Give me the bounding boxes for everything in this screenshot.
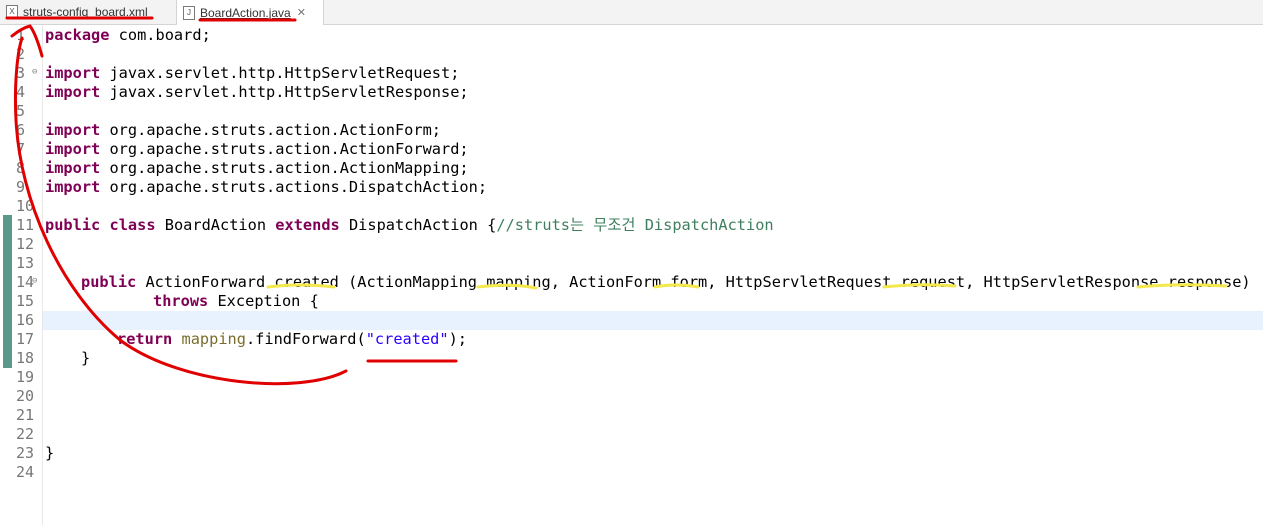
change-bar — [3, 215, 12, 368]
line-number: 15 — [16, 292, 35, 310]
code-line-17: return mapping.findForward("created"); — [117, 330, 467, 348]
code-line-23: } — [45, 444, 55, 462]
line-number: 20 — [16, 387, 35, 405]
line-number: 5 — [16, 102, 26, 120]
code-line-18: } — [81, 349, 91, 367]
line-number: 22 — [16, 425, 35, 443]
line-number: 19 — [16, 368, 35, 386]
code-line-8: import org.apache.struts.action.ActionMa… — [45, 159, 469, 177]
java-file-icon: J — [183, 5, 195, 20]
line-number: 11 — [16, 216, 35, 234]
line-number: 1 — [16, 26, 26, 44]
line-number: 17 — [16, 330, 35, 348]
line-number: 10 — [16, 197, 35, 215]
code-line-14: public ActionForward created (ActionMapp… — [81, 273, 1251, 291]
line-number: 18 — [16, 349, 35, 367]
code-line-6: import org.apache.struts.action.ActionFo… — [45, 121, 442, 139]
xml-file-icon: X — [6, 5, 18, 19]
line-number: 23 — [16, 444, 35, 462]
code-line-3: import javax.servlet.http.HttpServletReq… — [45, 64, 460, 82]
code-line-1: package com.board; — [45, 26, 211, 44]
code-line-15: throws Exception { — [153, 292, 319, 310]
line-number: 2 — [16, 45, 26, 63]
code-line-7: import org.apache.struts.action.ActionFo… — [45, 140, 469, 158]
fold-icon[interactable]: ⊖ — [32, 63, 37, 82]
tab-struts-config-board-xml[interactable]: X struts-config_board.xml — [6, 0, 166, 24]
line-number: 13 — [16, 254, 35, 272]
line-number: 12 — [16, 235, 35, 253]
code-line-9: import org.apache.struts.actions.Dispatc… — [45, 178, 488, 196]
editor-tab-bar: X struts-config_board.xml J BoardAction.… — [0, 0, 1263, 25]
line-number: 9 — [16, 178, 26, 196]
close-icon[interactable]: ✕ — [297, 6, 306, 19]
tab-label: struts-config_board.xml — [23, 5, 148, 19]
tab-boardaction-java[interactable]: J BoardAction.java ✕ — [176, 0, 324, 25]
tab-label: BoardAction.java — [200, 5, 291, 20]
line-number: 8 — [16, 159, 26, 177]
code-line-11: public class BoardAction extends Dispatc… — [45, 216, 774, 234]
line-number: 24 — [16, 463, 35, 481]
fold-icon[interactable]: ⊖ — [32, 272, 37, 291]
line-number: 21 — [16, 406, 35, 424]
line-number: 6 — [16, 121, 26, 139]
line-number: 7 — [16, 140, 26, 158]
code-line-4: import javax.servlet.http.HttpServletRes… — [45, 83, 469, 101]
line-number: 4 — [16, 83, 26, 101]
line-number: 16 — [16, 311, 35, 329]
current-line-highlight — [43, 311, 1263, 330]
